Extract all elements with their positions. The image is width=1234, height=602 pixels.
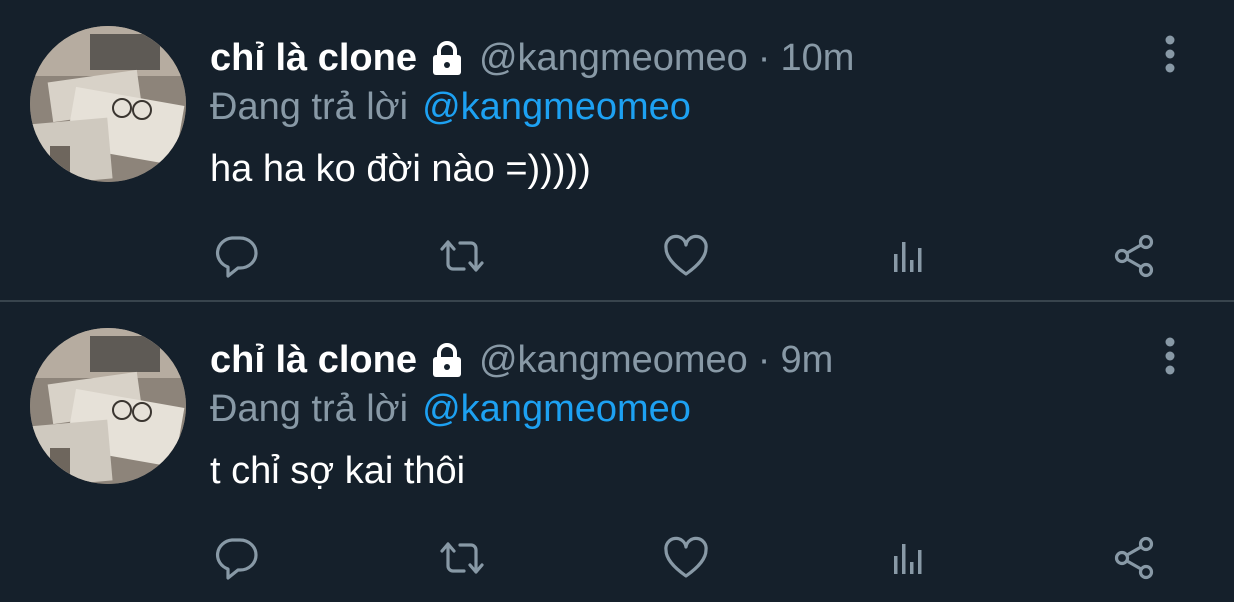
replying-to-handle[interactable]: @kangmeomeo bbox=[422, 388, 691, 431]
heart-icon bbox=[664, 234, 708, 276]
more-vertical-icon[interactable] bbox=[1154, 32, 1186, 76]
more-vertical-icon[interactable] bbox=[1154, 334, 1186, 378]
avatar[interactable] bbox=[30, 328, 186, 484]
retweet-button[interactable] bbox=[438, 534, 486, 582]
separator-dot: · bbox=[757, 338, 771, 381]
timestamp[interactable]: 10m bbox=[780, 37, 854, 80]
lock-icon bbox=[427, 38, 467, 78]
like-button[interactable] bbox=[662, 534, 710, 582]
tweet-text: ha ha ko đời nào =))))) bbox=[210, 148, 591, 190]
analytics-button[interactable] bbox=[886, 232, 934, 280]
retweet-icon bbox=[440, 542, 484, 574]
tweet-header: chỉ là clone @kangmeomeo · 10m bbox=[210, 34, 854, 82]
retweet-icon bbox=[440, 240, 484, 272]
like-button[interactable] bbox=[662, 232, 710, 280]
replying-to-handle[interactable]: @kangmeomeo bbox=[422, 86, 691, 129]
reply-button[interactable] bbox=[212, 232, 260, 280]
tweet[interactable]: chỉ là clone @kangmeomeo · 9m Đang trả l… bbox=[0, 302, 1234, 602]
author-name[interactable]: chỉ là clone bbox=[210, 339, 417, 382]
heart-icon bbox=[664, 536, 708, 578]
share-icon bbox=[1114, 536, 1154, 580]
bar-chart-icon bbox=[894, 242, 922, 272]
reply-bubble-icon bbox=[215, 236, 258, 278]
timestamp[interactable]: 9m bbox=[780, 339, 833, 382]
replying-to-label: Đang trả lời bbox=[210, 387, 409, 430]
analytics-button[interactable] bbox=[886, 534, 934, 582]
reply-bubble-icon bbox=[215, 538, 258, 580]
bar-chart-icon bbox=[894, 544, 922, 574]
share-button[interactable] bbox=[1110, 534, 1158, 582]
tweet-header: chỉ là clone @kangmeomeo · 9m bbox=[210, 336, 833, 384]
author-handle[interactable]: @kangmeomeo bbox=[479, 37, 748, 80]
retweet-button[interactable] bbox=[438, 232, 486, 280]
share-icon bbox=[1114, 234, 1154, 278]
author-name[interactable]: chỉ là clone bbox=[210, 37, 417, 80]
tweet[interactable]: chỉ là clone @kangmeomeo · 10m Đang trả … bbox=[0, 0, 1234, 302]
reply-button[interactable] bbox=[212, 534, 260, 582]
replying-to: Đang trả lời @kangmeomeo bbox=[210, 384, 691, 434]
replying-to-label: Đang trả lời bbox=[210, 85, 409, 128]
lock-icon bbox=[427, 340, 467, 380]
separator-dot: · bbox=[757, 36, 771, 79]
tweet-text: t chỉ sợ kai thôi bbox=[210, 450, 466, 492]
avatar[interactable] bbox=[30, 26, 186, 182]
share-button[interactable] bbox=[1110, 232, 1158, 280]
author-handle[interactable]: @kangmeomeo bbox=[479, 339, 748, 382]
replying-to: Đang trả lời @kangmeomeo bbox=[210, 82, 691, 132]
